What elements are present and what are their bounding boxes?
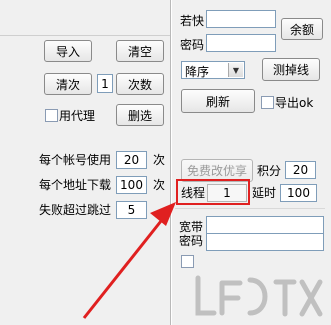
site-watermark-logo: [195, 275, 323, 317]
arrow-head: [150, 202, 176, 226]
arrow-shaft: [82, 215, 167, 319]
